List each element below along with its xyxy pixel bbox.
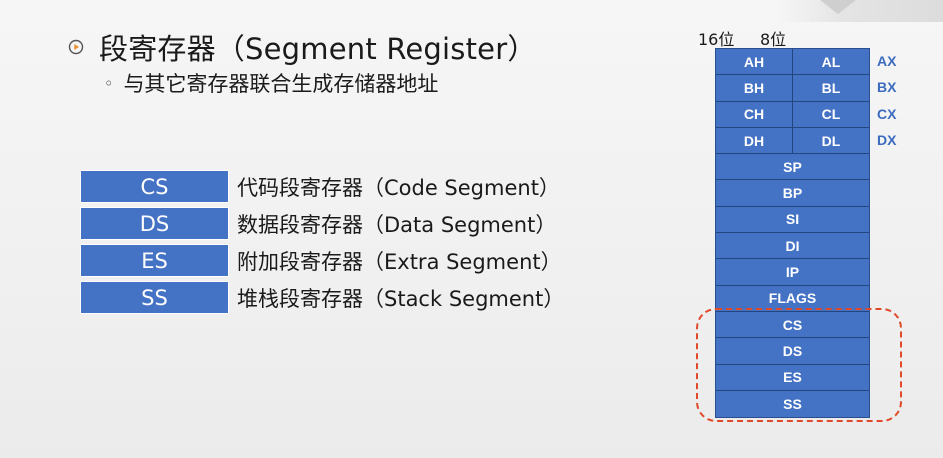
segment-row-es: ES 附加段寄存器（Extra Segment） bbox=[80, 242, 564, 279]
title-row: 段寄存器（Segment Register） bbox=[68, 26, 537, 68]
register-cell-cl: CL bbox=[792, 101, 869, 127]
segment-name-cell: SS bbox=[80, 281, 229, 314]
register-label-dx: DX bbox=[877, 132, 897, 149]
register-cell-dh: DH bbox=[716, 127, 792, 154]
register-label-ax: AX bbox=[877, 53, 897, 70]
register-row-di: DI bbox=[716, 233, 869, 260]
register-cell-si: SI bbox=[716, 206, 869, 233]
segment-description: 附加段寄存器（Extra Segment） bbox=[237, 249, 562, 274]
segment-register-highlight bbox=[696, 308, 902, 422]
full-register-labels: AX BX CX DX bbox=[877, 48, 896, 153]
register-cell-bl: BL bbox=[792, 75, 869, 101]
subtitle-text: 与其它寄存器联合生成存储器地址 bbox=[123, 72, 439, 96]
register-row-c: CH CL bbox=[716, 101, 869, 128]
col-label-16bit: 16位 bbox=[698, 30, 735, 49]
register-cell-ip: IP bbox=[716, 259, 869, 285]
register-row-ip: IP bbox=[716, 259, 869, 286]
segment-name-cell: DS bbox=[80, 207, 229, 240]
subtitle-row: ◦ 与其它寄存器联合生成存储器地址 bbox=[104, 68, 438, 98]
register-label-bx: BX bbox=[877, 79, 897, 96]
segment-row-ds: DS 数据段寄存器（Data Segment） bbox=[80, 205, 564, 242]
register-cell-di: DI bbox=[716, 233, 869, 259]
register-row-d: DH DL bbox=[716, 127, 869, 155]
play-bullet-icon bbox=[68, 39, 84, 55]
register-cell-ch: CH bbox=[716, 101, 792, 127]
register-row-b: BH BL bbox=[716, 75, 869, 102]
page-title: 段寄存器（Segment Register） bbox=[99, 32, 537, 66]
register-cell-bh: BH bbox=[716, 75, 792, 101]
register-cell-ah: AH bbox=[716, 49, 792, 75]
circle-bullet-icon: ◦ bbox=[104, 73, 114, 93]
segment-row-cs: CS 代码段寄存器（Code Segment） bbox=[80, 168, 564, 205]
segment-description: 数据段寄存器（Data Segment） bbox=[237, 212, 557, 237]
corner-triangle-decoration bbox=[820, 0, 856, 14]
register-label-cx: CX bbox=[877, 105, 897, 122]
segment-name-cell: ES bbox=[80, 244, 229, 277]
segment-description: 代码段寄存器（Code Segment） bbox=[237, 175, 560, 200]
register-cell-dl: DL bbox=[792, 127, 869, 154]
register-cell-sp: SP bbox=[716, 154, 869, 180]
register-row-bp: BP bbox=[716, 180, 869, 207]
register-row-si: SI bbox=[716, 206, 869, 234]
register-row-a: AH AL bbox=[716, 49, 869, 76]
register-row-sp: SP bbox=[716, 154, 869, 181]
segment-name-cell: CS bbox=[80, 170, 229, 203]
segment-row-ss: SS 堆栈段寄存器（Stack Segment） bbox=[80, 279, 564, 316]
segment-description: 堆栈段寄存器（Stack Segment） bbox=[237, 286, 565, 311]
register-cell-al: AL bbox=[792, 49, 869, 75]
register-cell-bp: BP bbox=[716, 180, 869, 206]
col-label-8bit: 8位 bbox=[760, 30, 787, 49]
corner-decoration bbox=[778, 0, 943, 22]
segment-register-table: CS 代码段寄存器（Code Segment） DS 数据段寄存器（Data S… bbox=[80, 168, 564, 316]
